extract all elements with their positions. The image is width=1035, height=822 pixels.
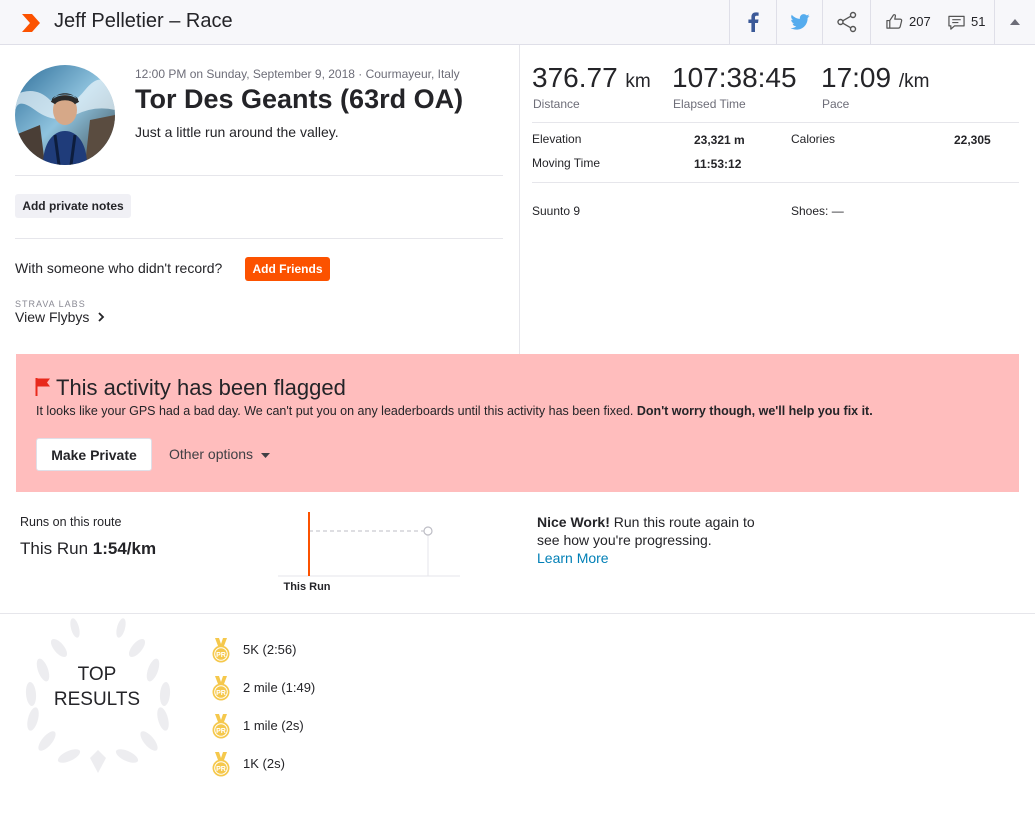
pr-medal-icon: PR	[212, 676, 230, 701]
distance-unit: km	[625, 71, 651, 92]
view-flybys-label: View Flybys	[15, 309, 90, 325]
facebook-share-button[interactable]	[729, 0, 776, 44]
stats-divider	[532, 182, 1019, 183]
top-results-title: TOP RESULTS	[53, 664, 141, 710]
this-run-pace: 1:54/km	[92, 539, 157, 558]
elapsed-time-value: 107:38:45	[672, 62, 797, 93]
shoes-info: Shoes: —	[791, 204, 844, 218]
route-label: Runs on this route	[20, 515, 122, 529]
pr-medal-icon: PR	[212, 638, 230, 663]
make-private-button[interactable]: Make Private	[36, 438, 152, 471]
this-run-summary: This Run 1:54/km	[20, 539, 157, 558]
facebook-icon	[748, 12, 759, 32]
calories-value: 22,305	[954, 133, 991, 147]
strava-labs-label: STRAVA LABS	[15, 299, 86, 309]
activity-type-icon	[22, 14, 40, 32]
flagged-title: This activity has been flagged	[56, 375, 346, 400]
elevation-label: Elevation	[532, 132, 582, 146]
chart-this-run-label: This Run	[283, 581, 330, 593]
flag-icon	[35, 378, 50, 396]
pr-label: 2 mile (1:49)	[243, 680, 316, 695]
section-divider	[0, 613, 1035, 614]
with-someone-text: With someone who didn't record?	[15, 260, 223, 276]
kudos-comments-group: 207 51	[870, 0, 994, 44]
add-private-notes-button[interactable]: Add private notes	[15, 194, 131, 218]
this-run-bar	[308, 512, 310, 576]
athlete-avatar[interactable]	[15, 65, 115, 165]
moving-time-label: Moving Time	[532, 156, 601, 170]
stats-divider	[532, 122, 1019, 123]
nice-work-message: Nice Work! Run this route again to see h…	[537, 513, 777, 567]
activity-title: Tor Des Geants (63rd OA)	[135, 84, 464, 114]
column-divider	[519, 45, 520, 354]
activity-description: Just a little run around the valley.	[135, 124, 339, 140]
svg-text:PR: PR	[216, 728, 226, 735]
pr-label: 1K (2s)	[243, 756, 285, 771]
page-title: Jeff Pelletier – Race	[54, 10, 233, 32]
activity-header: Jeff Pelletier – Race 207 51	[0, 0, 1035, 45]
pace-unit: /km	[898, 71, 930, 92]
pr-medal-icon: PR	[212, 752, 230, 777]
svg-text:PR: PR	[216, 766, 226, 773]
route-efforts-chart: This Run	[278, 512, 460, 593]
nice-work-bold: Nice Work!	[537, 514, 610, 530]
collapse-button[interactable]	[994, 0, 1035, 44]
view-flybys-link[interactable]: View Flybys	[15, 309, 105, 325]
chevron-right-icon	[98, 312, 105, 322]
pr-medal-icon: PR	[212, 714, 230, 739]
elapsed-time-label: Elapsed Time	[673, 97, 746, 111]
flagged-message-bold: Don't worry though, we'll help you fix i…	[636, 404, 873, 418]
flagged-message: It looks like your GPS had a bad day. We…	[36, 404, 873, 418]
svg-text:PR: PR	[216, 690, 226, 697]
pr-label: 1 mile (2s)	[243, 718, 304, 733]
device-name: Suunto 9	[532, 204, 581, 218]
distance-label: Distance	[533, 97, 580, 111]
other-options-label: Other options	[169, 446, 254, 462]
section-divider	[15, 238, 503, 239]
avatar-photo	[15, 65, 115, 165]
other-options-dropdown[interactable]: Other options	[169, 446, 270, 462]
section-divider	[15, 175, 503, 176]
kudos-icon[interactable]	[886, 13, 903, 30]
pace-label: Pace	[822, 97, 850, 111]
kudos-count[interactable]: 207	[909, 14, 931, 29]
twitter-icon	[789, 14, 810, 30]
comments-count[interactable]: 51	[971, 14, 985, 29]
pace-value: 17:09 /km	[821, 62, 930, 93]
share-button[interactable]	[822, 0, 870, 44]
svg-text:PR: PR	[216, 652, 226, 659]
moving-time-value: 11:53:12	[694, 157, 742, 171]
chart-point	[423, 526, 433, 536]
twitter-share-button[interactable]	[776, 0, 822, 44]
elevation-value: 23,321 m	[694, 133, 745, 147]
pr-label: 5K (2:56)	[243, 642, 297, 657]
share-icon	[836, 11, 856, 33]
add-friends-button[interactable]: Add Friends	[245, 257, 330, 281]
activity-meta: 12:00 PM on Sunday, September 9, 2018 · …	[135, 67, 460, 81]
calories-label: Calories	[791, 132, 836, 146]
learn-more-link[interactable]: Learn More	[537, 550, 609, 566]
comment-icon[interactable]	[948, 15, 965, 31]
distance-value: 376.77 km	[532, 62, 651, 93]
caret-up-icon	[1010, 19, 1020, 25]
caret-down-icon	[260, 452, 270, 458]
